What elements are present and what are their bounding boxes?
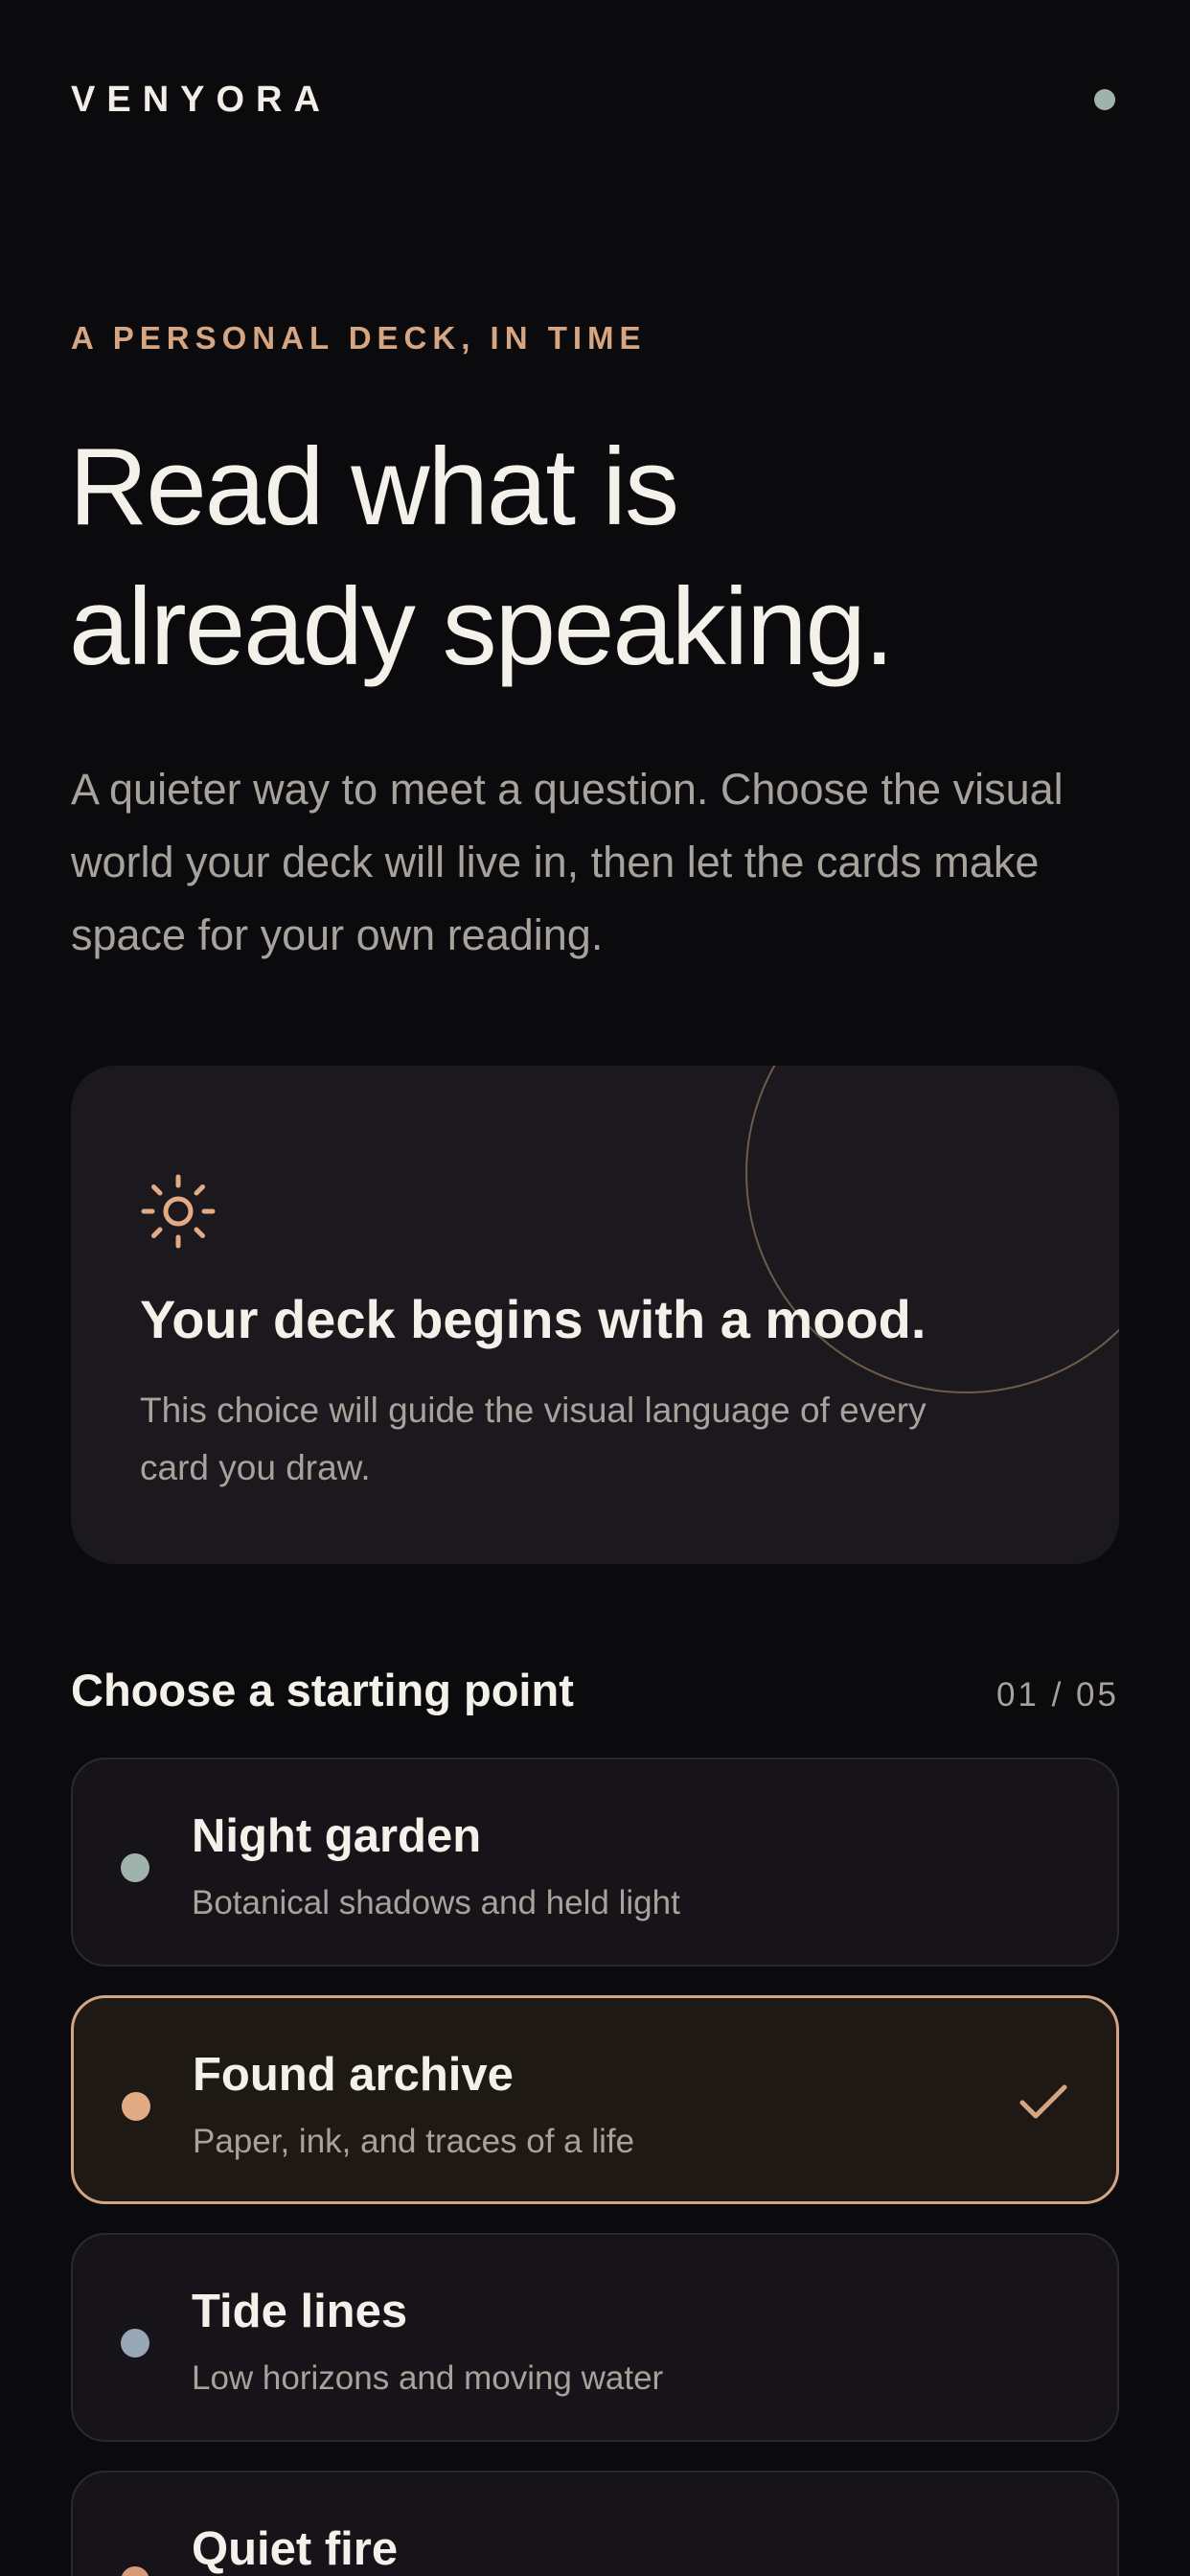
mood-description: This choice will guide the visual langua… [140, 1391, 927, 1487]
option-subtitle: Botanical shadows and held light [192, 1884, 680, 1921]
option-subtitle: Paper, ink, and traces of a life [193, 2123, 635, 2160]
options-section-header: Choose a starting point 01 / 05 [71, 1664, 1119, 1716]
option-tide-lines[interactable]: Tide lines Low horizons and moving water [71, 2233, 1119, 2442]
option-night-garden[interactable]: Night garden Botanical shadows and held … [71, 1758, 1119, 1966]
option-color-dot [121, 2329, 149, 2358]
option-found-archive[interactable]: Found archive Paper, ink, and traces of … [71, 1995, 1119, 2204]
status-dot[interactable] [1094, 89, 1115, 110]
hero-eyebrow: A PERSONAL DECK, IN TIME [71, 320, 647, 356]
option-quiet-fire[interactable]: Quiet fire [71, 2471, 1119, 2576]
option-title: Quiet fire [192, 2523, 399, 2575]
option-title: Found archive [193, 2049, 514, 2101]
option-color-dot [121, 2566, 149, 2576]
option-subtitle: Low horizons and moving water [192, 2359, 664, 2397]
onboarding-screen: VENYORA A PERSONAL DECK, IN TIME Read wh… [0, 0, 1190, 2576]
option-title: Night garden [192, 1810, 482, 1862]
options-section-title: Choose a starting point [71, 1665, 574, 1715]
option-color-dot [121, 1853, 149, 1882]
brand-logo: VENYORA [71, 79, 332, 120]
option-color-dot [122, 2092, 150, 2121]
option-title: Tide lines [192, 2286, 408, 2337]
sun-icon [141, 1174, 216, 1249]
app-header: VENYORA [71, 75, 1119, 125]
mood-title: Your deck begins with a mood. [140, 1289, 927, 1349]
hero-subtitle: A quieter way to meet a question. Choose… [71, 765, 1064, 959]
check-icon [1019, 2084, 1067, 2119]
hero-title-line2: already speaking. [69, 566, 895, 688]
mood-card: Your deck begins with a mood. This choic… [71, 1066, 1119, 1564]
hero-title: Read what is already speaking. [69, 418, 1123, 698]
step-counter: 01 / 05 [995, 1676, 1119, 1714]
hero-title-line1: Read what is [69, 426, 679, 548]
